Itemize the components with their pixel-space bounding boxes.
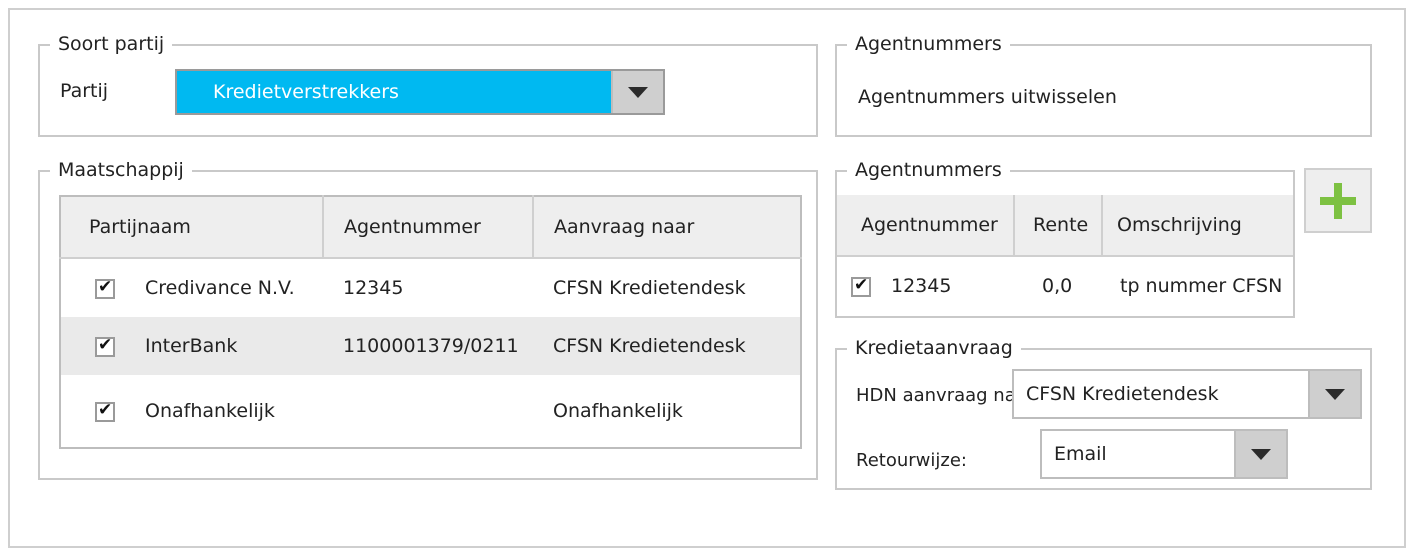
partij-label: Partij [60,80,109,102]
retourwijze-value: Email [1054,443,1107,465]
soort-partij-legend: Soort partij [50,32,173,56]
omschrijving-cell: tp nummer CFSN [1120,275,1283,297]
header-agentnummer[interactable]: Agentnummer [323,196,534,259]
table-row[interactable]: InterBank 1100001379/0211 CFSN Kredieten… [60,317,801,375]
checkbox[interactable] [95,400,115,422]
rente-cell: 0,0 [1042,275,1073,297]
partijnaam-cell: Credivance N.V. [145,277,295,299]
agentnummers-table: Agentnummer Rente Omschrijving 12345 0,0… [837,195,1293,315]
agentnummers-top-legend: Agentnummers [847,32,1010,56]
checkbox[interactable] [95,335,115,357]
hdn-aanvraag-select[interactable]: CFSN Kredietendesk [1012,369,1362,419]
retourwijze-select[interactable]: Email [1040,429,1288,479]
agentnummer-cell: 12345 [343,277,404,299]
checkbox[interactable] [95,277,115,299]
aanvraag-cell: CFSN Kredietendesk [553,335,746,357]
partij-select-value: Kredietverstrekkers [177,71,611,113]
chevron-down-icon[interactable] [1308,371,1360,417]
header-rente[interactable]: Rente [1014,195,1103,257]
chevron-down-icon[interactable] [611,71,663,113]
agentnummers-uitwisselen-text: Agentnummers uitwisselen [858,86,1117,108]
header-partijnaam[interactable]: Partijnaam [60,196,324,259]
agentnummer-cell [323,375,533,448]
hdn-aanvraag-value: CFSN Kredietendesk [1026,383,1219,405]
partijnaam-cell: InterBank [145,335,238,357]
header-omschrijving[interactable]: Omschrijving [1102,195,1293,257]
aanvraag-cell: Onafhankelijk [553,400,683,422]
header-agentnummer[interactable]: Agentnummer [837,195,1015,257]
checkbox[interactable] [851,275,871,297]
plus-icon [1320,182,1356,219]
aanvraag-cell: CFSN Kredietendesk [553,277,746,299]
kredietaanvraag-legend: Kredietaanvraag [847,336,1021,360]
retourwijze-label: Retourwijze: [856,450,967,471]
partij-select[interactable]: Kredietverstrekkers [175,69,665,115]
agentnummers-legend: Agentnummers [847,158,1010,182]
agentnummer-cell: 12345 [891,275,952,297]
maatschappij-legend: Maatschappij [50,158,192,182]
table-row[interactable]: Credivance N.V. 12345 CFSN Kredietendesk [60,258,801,317]
agentnummer-cell: 1100001379/0211 [343,335,519,357]
partijnaam-cell: Onafhankelijk [145,400,275,422]
table-row[interactable]: 12345 0,0 tp nummer CFSN [837,256,1293,315]
add-agentnummer-button[interactable] [1304,168,1372,233]
maatschappij-table: Partijnaam Agentnummer Aanvraag naar Cre… [59,195,802,449]
header-aanvraag-naar[interactable]: Aanvraag naar [533,196,801,259]
table-row[interactable]: Onafhankelijk Onafhankelijk [60,375,801,448]
chevron-down-icon[interactable] [1234,431,1286,477]
